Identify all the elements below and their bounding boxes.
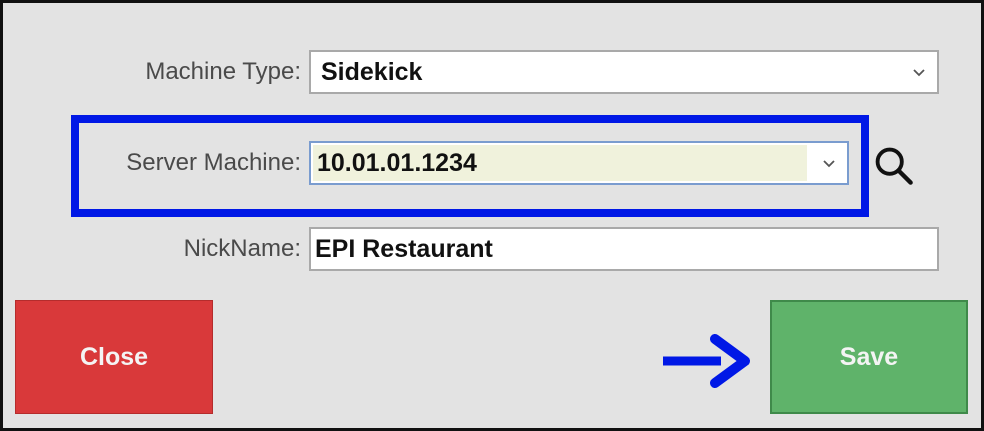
chevron-down-icon[interactable] xyxy=(909,62,929,82)
save-button-label: Save xyxy=(839,342,899,371)
save-button[interactable]: Save xyxy=(770,300,968,414)
machine-type-value: Sidekick xyxy=(321,58,423,86)
machine-type-label: Machine Type: xyxy=(145,58,301,85)
annotation-highlight-box xyxy=(71,115,869,217)
dialog-window: Machine Type: Sidekick Server Machine: 1… xyxy=(0,0,984,431)
nickname-value: EPI Restaurant xyxy=(315,235,493,263)
close-button-label: Close xyxy=(79,342,149,371)
arrow-right-icon xyxy=(663,334,750,388)
nickname-row: NickName: EPI Restaurant xyxy=(3,227,981,271)
machine-type-row: Machine Type: Sidekick xyxy=(3,50,981,94)
search-icon[interactable] xyxy=(869,143,917,187)
nickname-input[interactable]: EPI Restaurant xyxy=(309,227,939,271)
machine-type-select[interactable]: Sidekick xyxy=(309,50,939,94)
nickname-label: NickName: xyxy=(183,235,301,262)
close-button[interactable]: Close xyxy=(15,300,213,414)
